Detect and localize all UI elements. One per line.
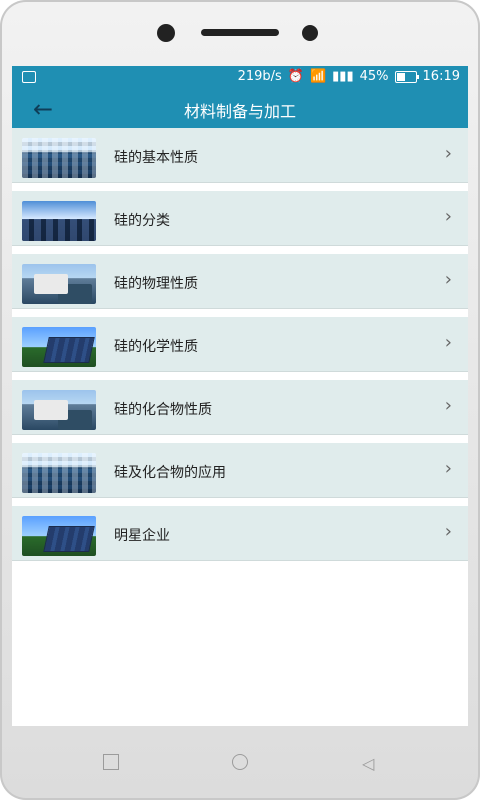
thumb-roof-work — [22, 390, 96, 430]
back-icon[interactable]: ◁ — [362, 754, 374, 773]
recent-apps-icon[interactable] — [103, 754, 119, 770]
thumb-roof-work — [22, 264, 96, 304]
thumb-sky-solar-field — [22, 201, 96, 241]
status-right: 219b/s ⏰ 📶 ▮▮▮ 45% 16:19 — [238, 69, 460, 84]
net-speed: 219b/s — [237, 69, 282, 84]
time: 16:19 — [422, 69, 460, 84]
wifi-icon: 📶 — [309, 69, 327, 84]
front-camera-icon — [302, 25, 318, 41]
screen: 219b/s ⏰ 📶 ▮▮▮ 45% 16:19 ← 材料制备与加工 硅的基本性… — [12, 66, 468, 726]
list-item[interactable]: 硅的化合物性质 › — [12, 380, 468, 435]
chevron-right-icon: › — [444, 269, 452, 290]
list-item-label: 硅的分类 — [114, 213, 170, 229]
navigation-bar: ◁ — [0, 728, 480, 800]
chevron-right-icon: › — [444, 395, 452, 416]
status-bar: 219b/s ⏰ 📶 ▮▮▮ 45% 16:19 — [12, 66, 468, 88]
chevron-right-icon: › — [444, 332, 452, 353]
battery-percent: 45% — [359, 69, 389, 84]
chevron-right-icon: › — [444, 143, 452, 164]
list-item[interactable]: 硅的基本性质 › — [12, 128, 468, 183]
battery-icon — [394, 70, 419, 83]
speaker-grille — [201, 29, 279, 36]
phone-top-bezel — [0, 0, 480, 64]
chevron-right-icon: › — [444, 458, 452, 479]
alarm-icon: ⏰ — [287, 69, 304, 84]
list-item[interactable]: 硅的化学性质 › — [12, 317, 468, 372]
list-item[interactable]: 明星企业 › — [12, 506, 468, 561]
chevron-right-icon: › — [444, 521, 452, 542]
front-sensor-icon — [157, 24, 175, 42]
list-item-label: 硅及化合物的应用 — [114, 465, 226, 481]
list-item[interactable]: 硅的物理性质 › — [12, 254, 468, 309]
list-item-label: 硅的化学性质 — [114, 339, 198, 355]
page-title: 材料制备与加工 — [183, 102, 296, 121]
list-item-label: 硅的物理性质 — [114, 276, 198, 292]
signal-icon: ▮▮▮ — [332, 69, 354, 84]
thumb-solar-panel — [22, 516, 96, 556]
thumb-solar-field — [22, 138, 96, 178]
phone-frame: 219b/s ⏰ 📶 ▮▮▮ 45% 16:19 ← 材料制备与加工 硅的基本性… — [0, 0, 480, 800]
thumb-solar-panel — [22, 327, 96, 367]
list-item-label: 硅的化合物性质 — [114, 402, 212, 418]
chevron-right-icon: › — [444, 206, 452, 227]
app-bar: ← 材料制备与加工 — [12, 88, 468, 128]
list-item-label: 硅的基本性质 — [114, 150, 198, 166]
thumb-solar-field — [22, 453, 96, 493]
gallery-icon — [22, 71, 36, 83]
list-item[interactable]: 硅及化合物的应用 › — [12, 443, 468, 498]
home-icon[interactable] — [232, 754, 248, 770]
list-item[interactable]: 硅的分类 › — [12, 191, 468, 246]
battery-level — [396, 72, 405, 81]
list-item-label: 明星企业 — [114, 528, 170, 544]
